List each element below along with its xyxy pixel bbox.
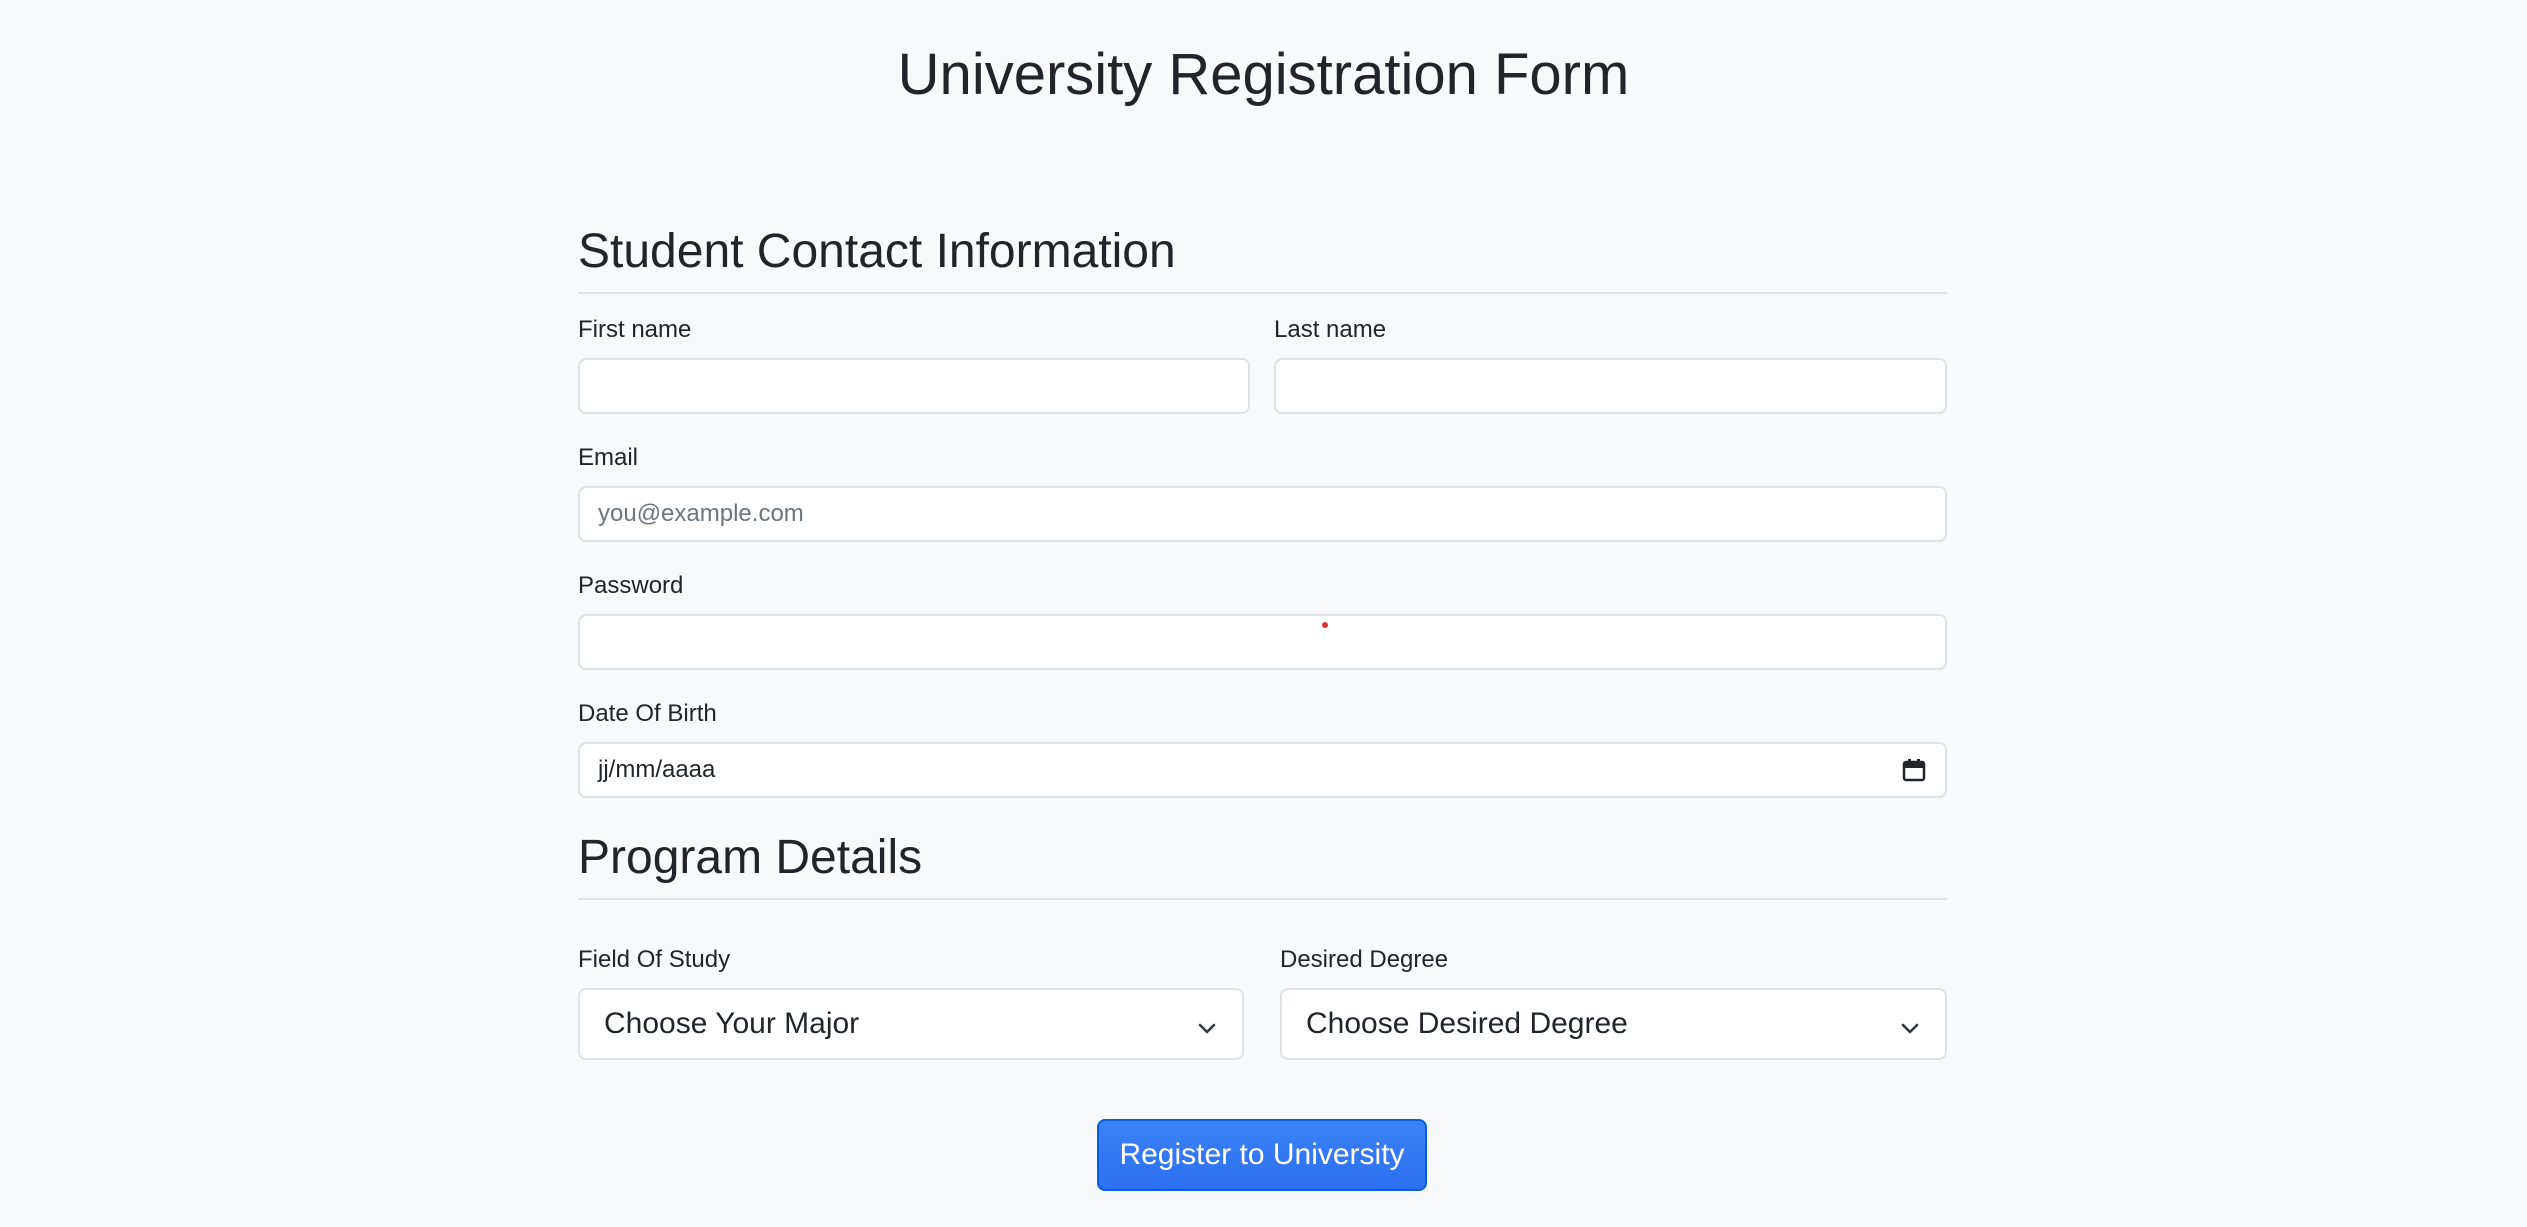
program-section-heading: Program Details xyxy=(578,828,1947,900)
date-of-birth-label: Date Of Birth xyxy=(578,700,717,727)
date-of-birth-input[interactable]: jj/mm/aaaa xyxy=(578,742,1947,798)
contact-section-heading: Student Contact Information xyxy=(578,222,1947,294)
calendar-icon[interactable] xyxy=(1901,757,1927,783)
date-of-birth-value: jj/mm/aaaa xyxy=(598,756,716,783)
email-label: Email xyxy=(578,444,639,471)
first-name-label: First name xyxy=(578,316,692,343)
email-input[interactable] xyxy=(578,486,1947,542)
field-of-study-selected: Choose Your Major xyxy=(604,1007,860,1040)
desired-degree-label: Desired Degree xyxy=(1280,946,1449,973)
desired-degree-select[interactable]: Choose Desired Degree xyxy=(1280,988,1947,1060)
desired-degree-selected: Choose Desired Degree xyxy=(1306,1007,1628,1040)
register-button[interactable]: Register to University xyxy=(1097,1119,1427,1191)
password-input[interactable] xyxy=(578,614,1947,670)
password-label: Password xyxy=(578,572,684,599)
last-name-label: Last name xyxy=(1274,316,1387,343)
chevron-down-icon xyxy=(1899,1013,1921,1035)
page-title: University Registration Form xyxy=(897,42,1630,107)
chevron-down-icon xyxy=(1196,1013,1218,1035)
field-of-study-label: Field Of Study xyxy=(578,946,731,973)
first-name-input[interactable] xyxy=(578,358,1250,414)
field-of-study-select[interactable]: Choose Your Major xyxy=(578,988,1244,1060)
mouse-cursor-dot xyxy=(1322,622,1328,628)
last-name-input[interactable] xyxy=(1274,358,1947,414)
registration-page: University Registration Form Student Con… xyxy=(0,0,2527,1227)
